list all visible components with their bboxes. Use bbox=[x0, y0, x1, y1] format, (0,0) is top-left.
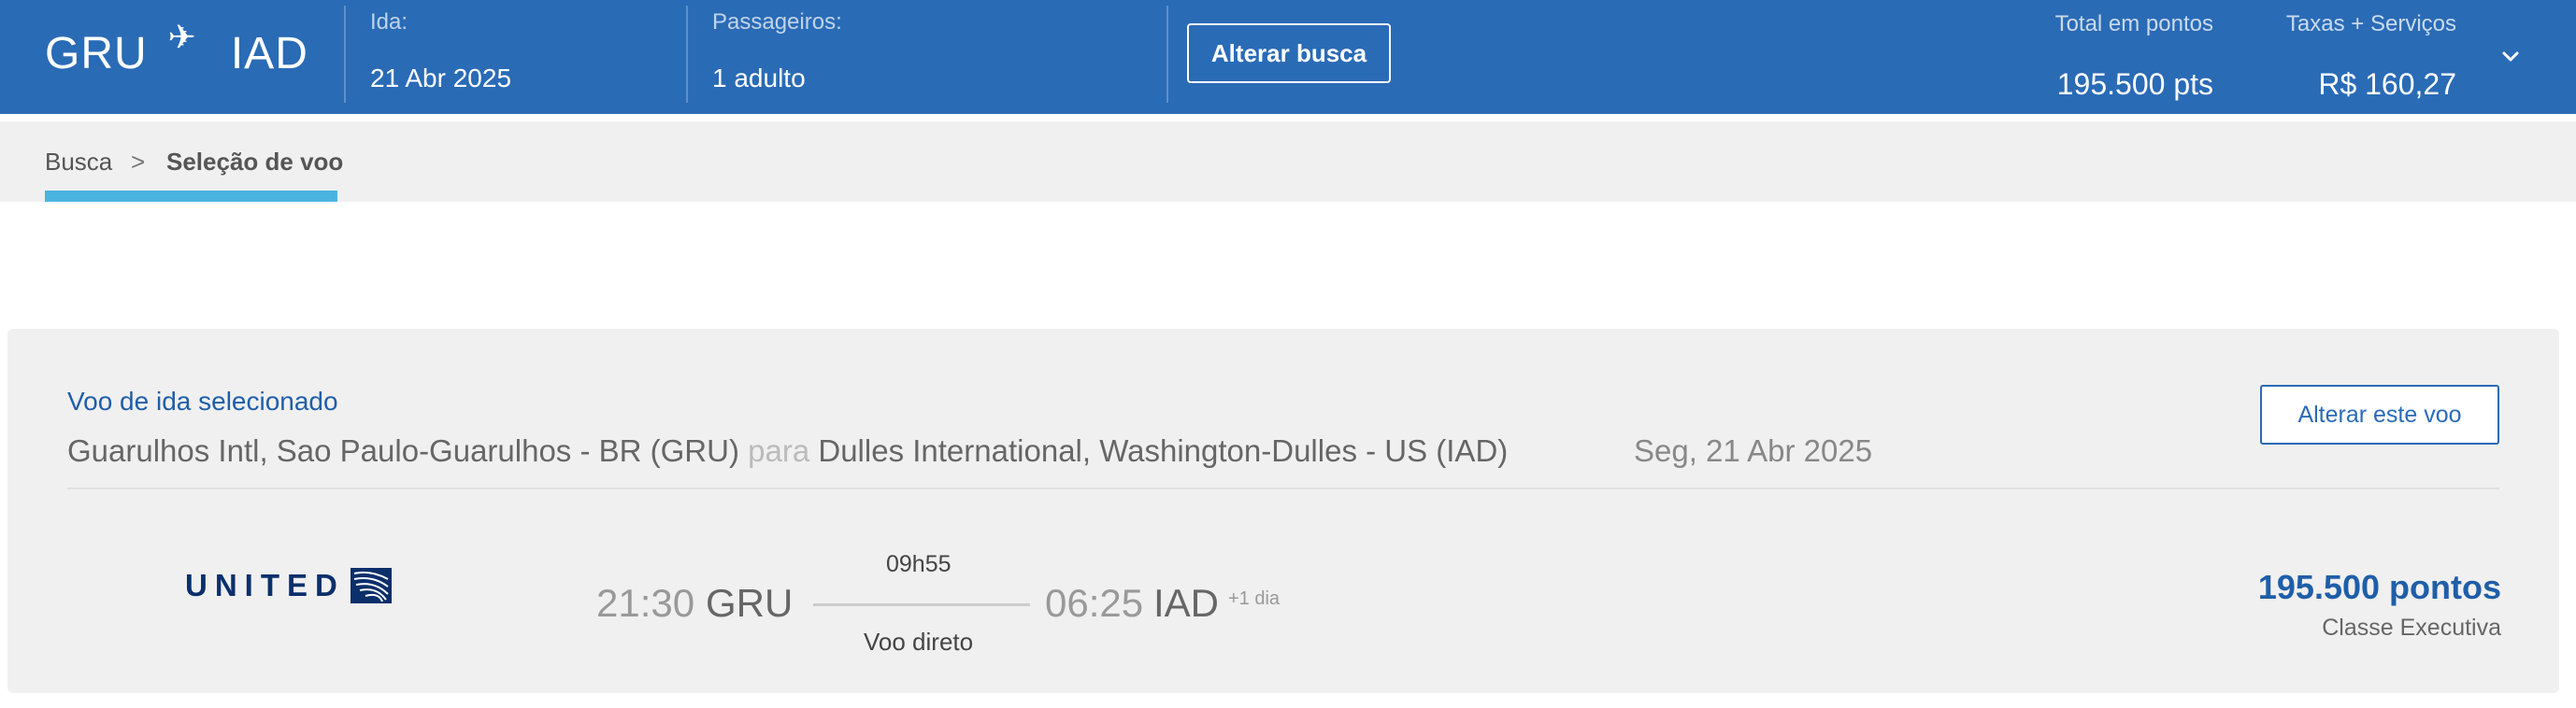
departure-date: 21 Abr 2025 bbox=[370, 64, 512, 92]
breadcrumb-item-current: Seleção de voo bbox=[166, 148, 344, 176]
departure-time: 21:30 bbox=[596, 581, 695, 625]
cabin-class: Classe Executiva bbox=[2322, 615, 2501, 641]
arrival-code: IAD bbox=[1153, 581, 1220, 625]
airline-name: UNITED bbox=[185, 568, 345, 602]
flight-route: Guarulhos Intl, Sao Paulo-Guarulhos - BR… bbox=[67, 433, 1508, 469]
breadcrumb-separator: > bbox=[131, 148, 146, 176]
search-summary-bar: GRU ✈ IAD Ida: 21 Abr 2025 Passageiros: … bbox=[0, 0, 2576, 114]
passengers-value: 1 adulto bbox=[712, 64, 806, 92]
passengers-label: Passageiros: bbox=[712, 9, 842, 35]
united-globe-icon bbox=[350, 568, 392, 603]
flight-duration: 09h55 bbox=[886, 551, 952, 577]
origin-airport: Guarulhos Intl, Sao Paulo-Guarulhos - BR… bbox=[67, 433, 739, 468]
breadcrumb-item-busca[interactable]: Busca bbox=[45, 148, 112, 177]
change-flight-button[interactable]: Alterar este voo bbox=[2260, 385, 2499, 445]
flight-path-line bbox=[813, 603, 1030, 606]
origin-code: GRU bbox=[45, 29, 148, 78]
change-search-button[interactable]: Alterar busca bbox=[1187, 23, 1391, 83]
divider bbox=[67, 488, 2499, 489]
breadcrumb-active-indicator bbox=[45, 191, 337, 202]
destination-code: IAD bbox=[230, 29, 308, 78]
fees-label: Taxas + Serviços bbox=[2285, 11, 2456, 36]
arrival-time: 06:25 bbox=[1045, 581, 1144, 625]
airline-logo: UNITED bbox=[185, 568, 392, 603]
selected-flight-card: Voo de ida selecionado Guarulhos Intl, S… bbox=[7, 329, 2559, 693]
divider bbox=[686, 6, 688, 103]
day-offset-badge: +1 dia bbox=[1228, 588, 1281, 609]
route-summary: GRU ✈ IAD bbox=[45, 18, 308, 79]
departure-label: Ida: bbox=[370, 9, 408, 35]
total-points-label: Total em pontos bbox=[2054, 11, 2213, 36]
breadcrumb: Busca > Seleção de voo bbox=[0, 121, 2576, 202]
route-connector: para bbox=[748, 433, 810, 468]
departure-code: GRU bbox=[706, 581, 794, 625]
flight-price: 195.500 pontos bbox=[2257, 568, 2501, 606]
flight-stops: Voo direto bbox=[864, 628, 974, 656]
destination-airport: Dulles International, Washington-Dulles … bbox=[818, 433, 1509, 468]
total-points-value: 195.500 pts bbox=[2056, 67, 2213, 101]
divider bbox=[1166, 6, 1168, 103]
selected-flight-title: Voo de ida selecionado bbox=[67, 387, 338, 416]
flight-date: Seg, 21 Abr 2025 bbox=[1634, 433, 1873, 468]
airplane-icon: ✈ bbox=[167, 17, 197, 56]
divider bbox=[344, 6, 346, 103]
fees-value: R$ 160,27 bbox=[2318, 67, 2456, 101]
chevron-down-icon[interactable] bbox=[2497, 45, 2524, 67]
